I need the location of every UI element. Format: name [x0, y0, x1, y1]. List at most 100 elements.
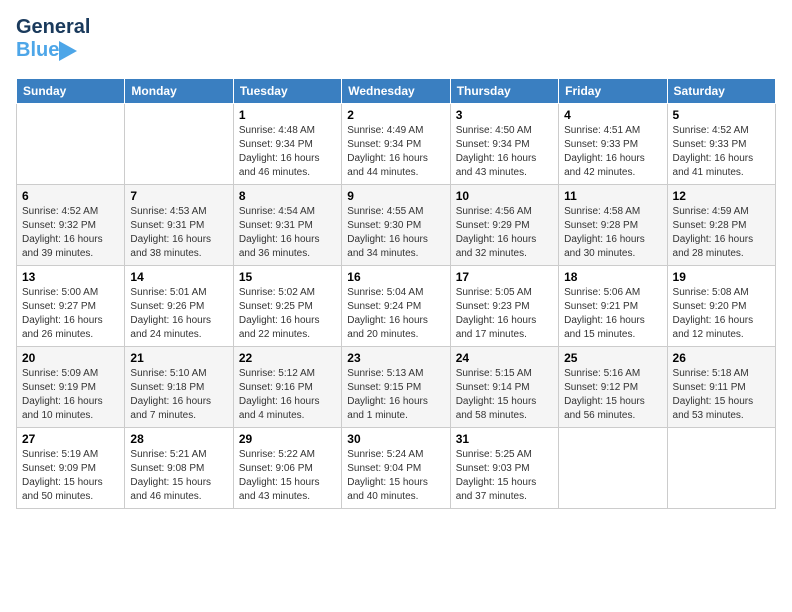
calendar-cell: 24 Sunrise: 5:15 AM Sunset: 9:14 PM Dayli… [450, 347, 558, 428]
day-number: 7 [130, 189, 227, 203]
day-info: Sunrise: 5:02 AM Sunset: 9:25 PM Dayligh… [239, 286, 336, 342]
calendar-cell: 21 Sunrise: 5:10 AM Sunset: 9:18 PM Dayli… [125, 347, 233, 428]
day-number: 9 [347, 189, 444, 203]
calendar-cell: 8 Sunrise: 4:54 AM Sunset: 9:31 PM Daylig… [233, 185, 341, 266]
calendar-cell: 18 Sunrise: 5:06 AM Sunset: 9:21 PM Dayli… [559, 266, 667, 347]
calendar-header-row: SundayMondayTuesdayWednesdayThursdayFrid… [17, 79, 776, 104]
day-number: 5 [673, 108, 770, 122]
calendar-week-2: 6 Sunrise: 4:52 AM Sunset: 9:32 PM Daylig… [17, 185, 776, 266]
calendar-cell: 15 Sunrise: 5:02 AM Sunset: 9:25 PM Dayli… [233, 266, 341, 347]
day-info: Sunrise: 5:19 AM Sunset: 9:09 PM Dayligh… [22, 448, 119, 504]
calendar-cell: 7 Sunrise: 4:53 AM Sunset: 9:31 PM Daylig… [125, 185, 233, 266]
day-header-sunday: Sunday [17, 79, 125, 104]
calendar-cell: 26 Sunrise: 5:18 AM Sunset: 9:11 PM Dayli… [667, 347, 775, 428]
day-number: 31 [456, 432, 553, 446]
day-info: Sunrise: 5:12 AM Sunset: 9:16 PM Dayligh… [239, 367, 336, 423]
day-info: Sunrise: 5:15 AM Sunset: 9:14 PM Dayligh… [456, 367, 553, 423]
day-header-friday: Friday [559, 79, 667, 104]
day-info: Sunrise: 5:10 AM Sunset: 9:18 PM Dayligh… [130, 367, 227, 423]
day-number: 3 [456, 108, 553, 122]
calendar-cell [17, 104, 125, 185]
day-info: Sunrise: 4:59 AM Sunset: 9:28 PM Dayligh… [673, 205, 770, 261]
calendar-cell: 13 Sunrise: 5:00 AM Sunset: 9:27 PM Dayli… [17, 266, 125, 347]
day-info: Sunrise: 4:51 AM Sunset: 9:33 PM Dayligh… [564, 124, 661, 180]
day-number: 24 [456, 351, 553, 365]
calendar-week-4: 20Sunrise: 5:09 AM Sunset: 9:19 PM Dayli… [17, 347, 776, 428]
calendar-cell: 5 Sunrise: 4:52 AM Sunset: 9:33 PM Daylig… [667, 104, 775, 185]
day-info: Sunrise: 4:52 AM Sunset: 9:33 PM Dayligh… [673, 124, 770, 180]
calendar-cell: 22 Sunrise: 5:12 AM Sunset: 9:16 PM Dayli… [233, 347, 341, 428]
day-number: 17 [456, 270, 553, 284]
day-info: Sunrise: 5:04 AM Sunset: 9:24 PM Dayligh… [347, 286, 444, 342]
calendar-cell: 23 Sunrise: 5:13 AM Sunset: 9:15 PM Dayli… [342, 347, 450, 428]
day-number: 11 [564, 189, 661, 203]
day-number: 1 [239, 108, 336, 122]
calendar-cell: 3Sunrise: 4:50 AM Sunset: 9:34 PM Daylig… [450, 104, 558, 185]
day-header-wednesday: Wednesday [342, 79, 450, 104]
day-info: Sunrise: 4:56 AM Sunset: 9:29 PM Dayligh… [456, 205, 553, 261]
calendar-cell: 30Sunrise: 5:24 AM Sunset: 9:04 PM Dayli… [342, 428, 450, 509]
day-number: 23 [347, 351, 444, 365]
calendar-cell: 29Sunrise: 5:22 AM Sunset: 9:06 PM Dayli… [233, 428, 341, 509]
day-number: 12 [673, 189, 770, 203]
calendar-cell: 1 Sunrise: 4:48 AM Sunset: 9:34 PM Daylig… [233, 104, 341, 185]
day-number: 26 [673, 351, 770, 365]
calendar-cell: 19Sunrise: 5:08 AM Sunset: 9:20 PM Dayli… [667, 266, 775, 347]
day-info: Sunrise: 4:55 AM Sunset: 9:30 PM Dayligh… [347, 205, 444, 261]
day-info: Sunrise: 4:48 AM Sunset: 9:34 PM Dayligh… [239, 124, 336, 180]
calendar-cell: 14 Sunrise: 5:01 AM Sunset: 9:26 PM Dayli… [125, 266, 233, 347]
day-number: 29 [239, 432, 336, 446]
day-info: Sunrise: 4:58 AM Sunset: 9:28 PM Dayligh… [564, 205, 661, 261]
calendar-cell [559, 428, 667, 509]
calendar-table: SundayMondayTuesdayWednesdayThursdayFrid… [16, 78, 776, 509]
day-number: 18 [564, 270, 661, 284]
day-info: Sunrise: 5:13 AM Sunset: 9:15 PM Dayligh… [347, 367, 444, 423]
calendar-cell: 16 Sunrise: 5:04 AM Sunset: 9:24 PM Dayli… [342, 266, 450, 347]
day-number: 10 [456, 189, 553, 203]
day-info: Sunrise: 5:24 AM Sunset: 9:04 PM Dayligh… [347, 448, 444, 504]
day-number: 28 [130, 432, 227, 446]
day-number: 8 [239, 189, 336, 203]
day-number: 21 [130, 351, 227, 365]
day-info: Sunrise: 5:08 AM Sunset: 9:20 PM Dayligh… [673, 286, 770, 342]
calendar-cell: 28Sunrise: 5:21 AM Sunset: 9:08 PM Dayli… [125, 428, 233, 509]
calendar-cell: 12 Sunrise: 4:59 AM Sunset: 9:28 PM Dayli… [667, 185, 775, 266]
day-info: Sunrise: 5:18 AM Sunset: 9:11 PM Dayligh… [673, 367, 770, 423]
calendar-cell: 27 Sunrise: 5:19 AM Sunset: 9:09 PM Dayli… [17, 428, 125, 509]
day-info: Sunrise: 5:06 AM Sunset: 9:21 PM Dayligh… [564, 286, 661, 342]
calendar-cell: 9 Sunrise: 4:55 AM Sunset: 9:30 PM Daylig… [342, 185, 450, 266]
calendar-cell: 4 Sunrise: 4:51 AM Sunset: 9:33 PM Daylig… [559, 104, 667, 185]
day-number: 20 [22, 351, 119, 365]
day-info: Sunrise: 4:53 AM Sunset: 9:31 PM Dayligh… [130, 205, 227, 261]
day-header-thursday: Thursday [450, 79, 558, 104]
day-number: 14 [130, 270, 227, 284]
day-info: Sunrise: 5:01 AM Sunset: 9:26 PM Dayligh… [130, 286, 227, 342]
day-number: 25 [564, 351, 661, 365]
logo-arrow-icon [59, 41, 77, 61]
logo-line1: General [16, 16, 106, 39]
day-info: Sunrise: 4:52 AM Sunset: 9:32 PM Dayligh… [22, 205, 119, 261]
day-header-tuesday: Tuesday [233, 79, 341, 104]
day-number: 4 [564, 108, 661, 122]
day-info: Sunrise: 5:25 AM Sunset: 9:03 PM Dayligh… [456, 448, 553, 504]
calendar-cell: 25 Sunrise: 5:16 AM Sunset: 9:12 PM Dayli… [559, 347, 667, 428]
day-number: 15 [239, 270, 336, 284]
day-number: 13 [22, 270, 119, 284]
calendar-week-3: 13 Sunrise: 5:00 AM Sunset: 9:27 PM Dayli… [17, 266, 776, 347]
day-number: 6 [22, 189, 119, 203]
day-info: Sunrise: 4:49 AM Sunset: 9:34 PM Dayligh… [347, 124, 444, 180]
day-header-saturday: Saturday [667, 79, 775, 104]
day-info: Sunrise: 5:05 AM Sunset: 9:23 PM Dayligh… [456, 286, 553, 342]
day-info: Sunrise: 5:16 AM Sunset: 9:12 PM Dayligh… [564, 367, 661, 423]
calendar-cell: 10 Sunrise: 4:56 AM Sunset: 9:29 PM Dayli… [450, 185, 558, 266]
day-number: 22 [239, 351, 336, 365]
day-number: 16 [347, 270, 444, 284]
day-info: Sunrise: 5:00 AM Sunset: 9:27 PM Dayligh… [22, 286, 119, 342]
calendar-cell: 20Sunrise: 5:09 AM Sunset: 9:19 PM Dayli… [17, 347, 125, 428]
day-number: 2 [347, 108, 444, 122]
calendar-week-1: 1 Sunrise: 4:48 AM Sunset: 9:34 PM Daylig… [17, 104, 776, 185]
day-info: Sunrise: 4:54 AM Sunset: 9:31 PM Dayligh… [239, 205, 336, 261]
calendar-cell: 17 Sunrise: 5:05 AM Sunset: 9:23 PM Dayli… [450, 266, 558, 347]
day-header-monday: Monday [125, 79, 233, 104]
day-number: 27 [22, 432, 119, 446]
